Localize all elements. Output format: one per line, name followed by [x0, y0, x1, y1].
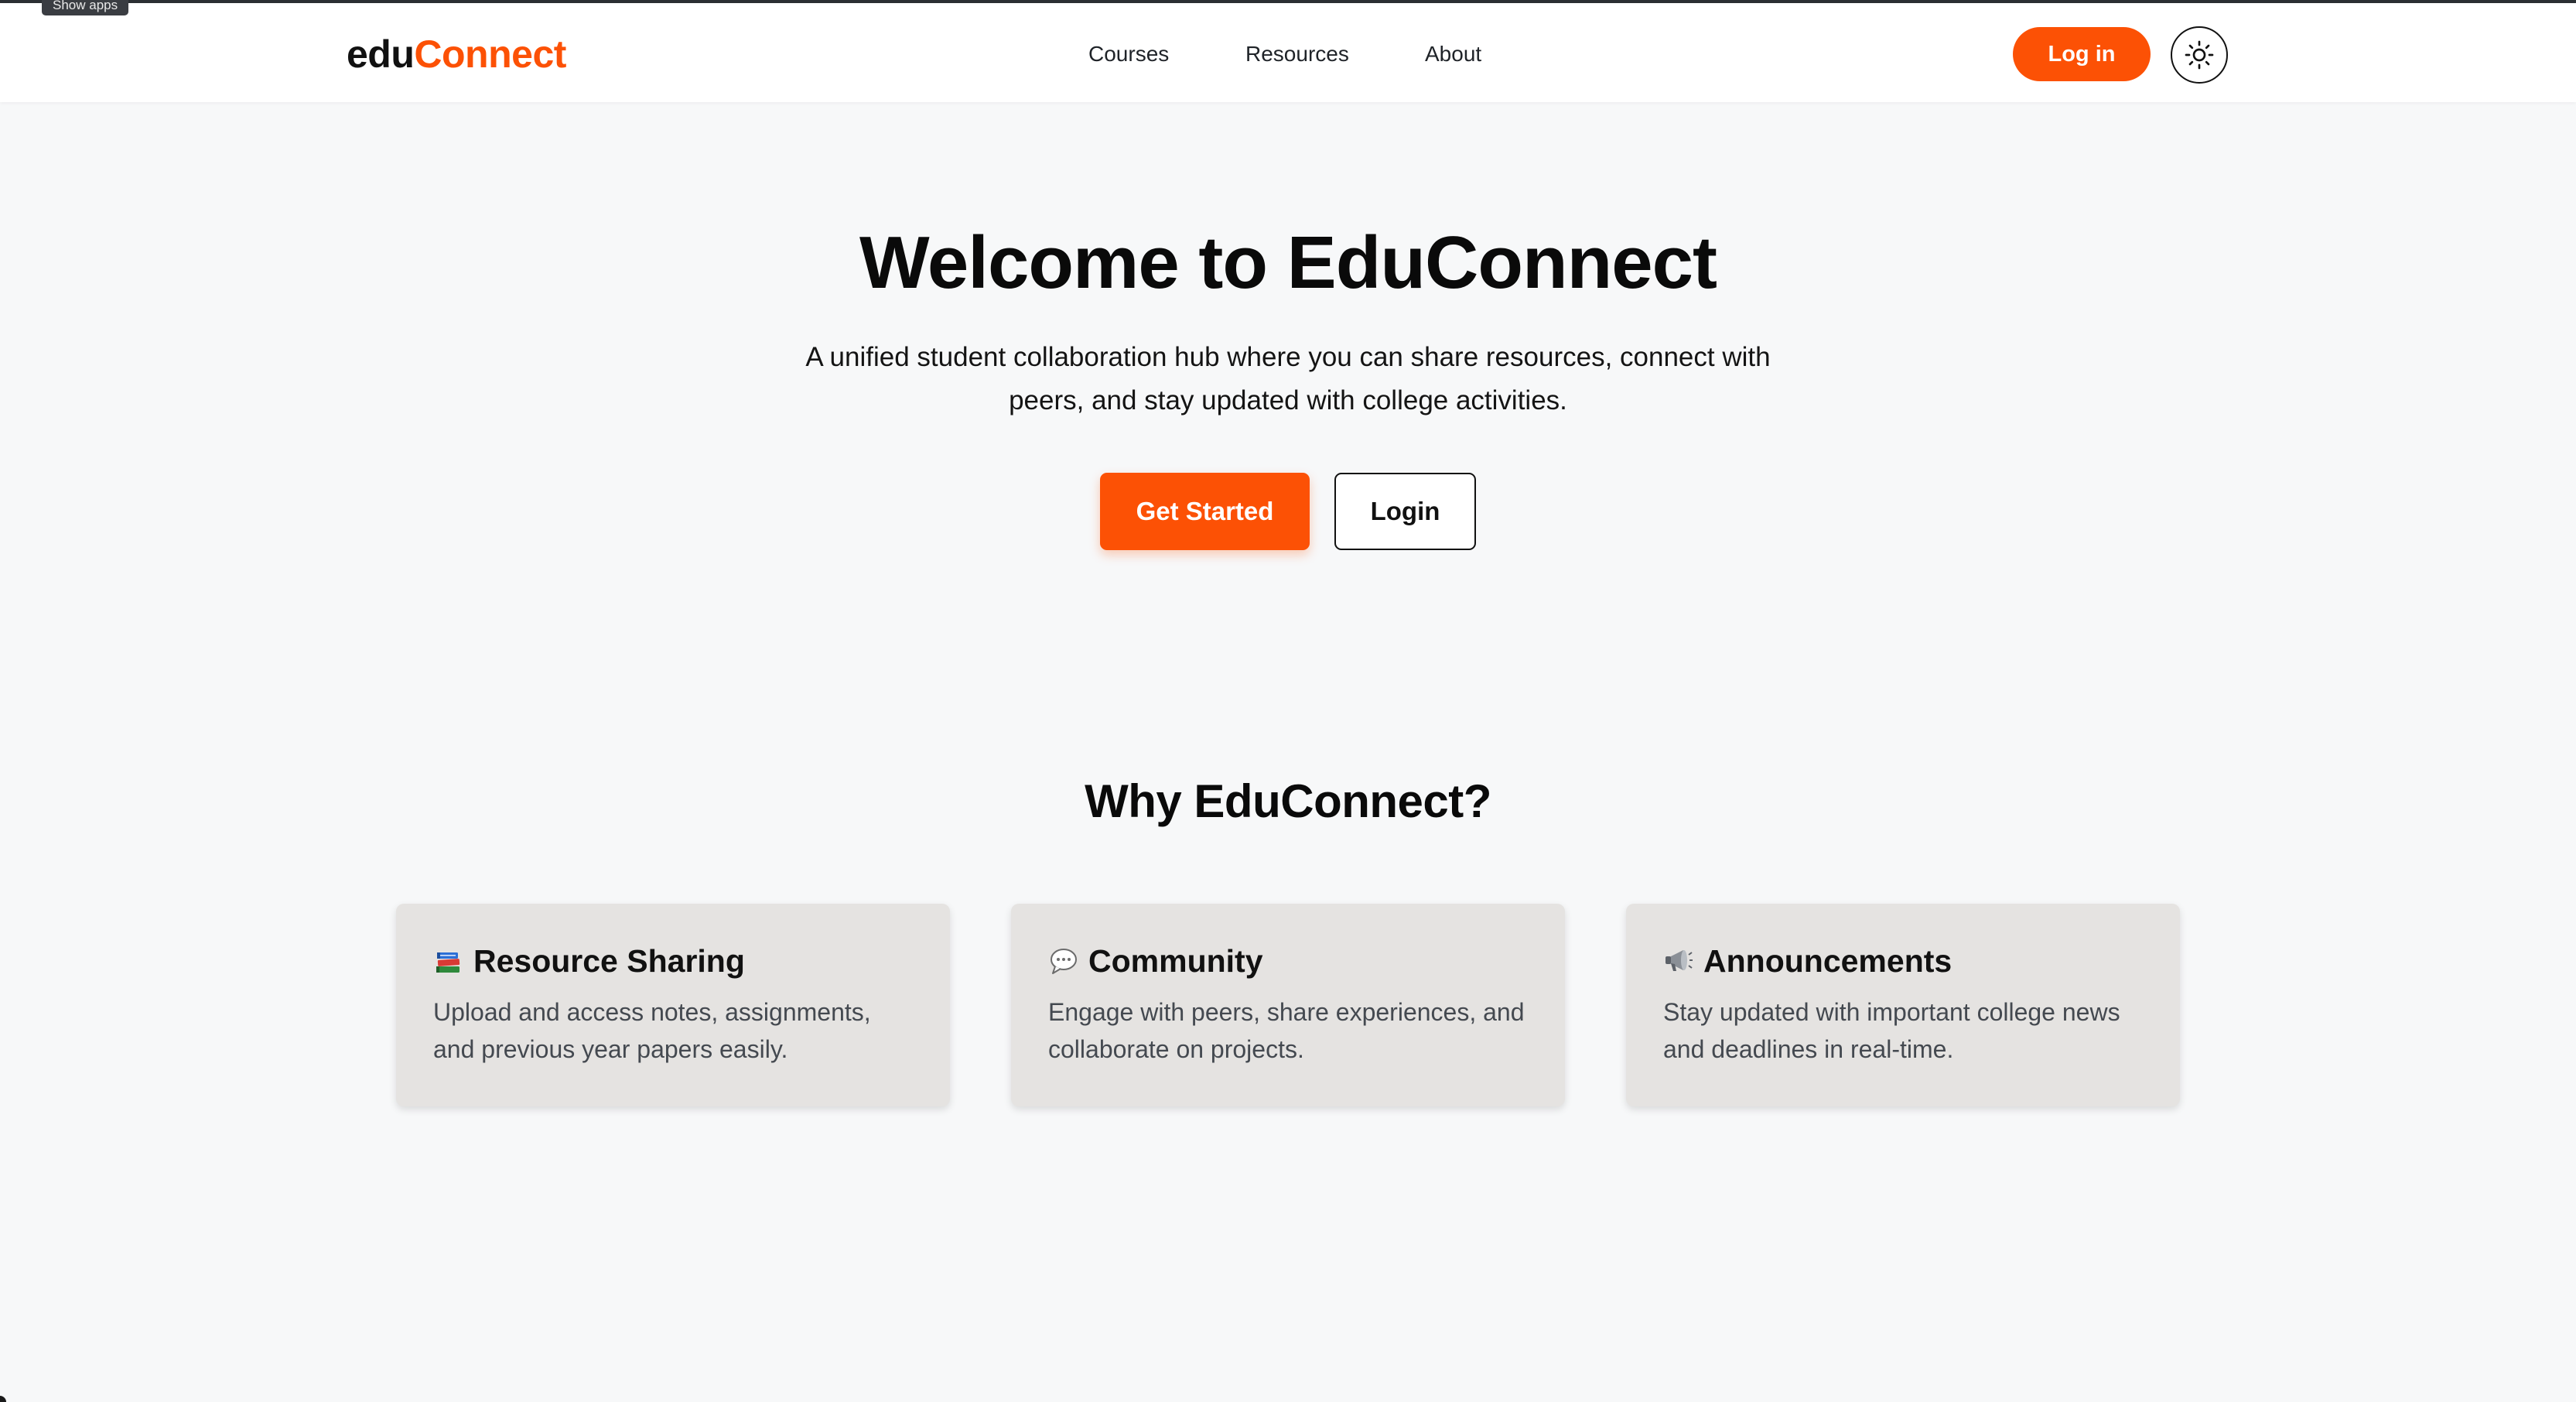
feature-card-announcements: Announcements Stay updated with importan… — [1626, 904, 2180, 1106]
books-icon — [433, 945, 464, 976]
feature-card-resource-sharing: Resource Sharing Upload and access notes… — [396, 904, 950, 1106]
site-logo[interactable]: eduConnect — [347, 31, 566, 77]
header-login-button[interactable]: Log in — [2013, 27, 2151, 81]
megaphone-icon — [1663, 945, 1694, 976]
hero-title: Welcome to EduConnect — [859, 221, 1717, 304]
card-title: Community — [1088, 943, 1263, 979]
nav-link-resources[interactable]: Resources — [1245, 39, 1349, 70]
nav-link-courses[interactable]: Courses — [1088, 39, 1169, 70]
window-corner — [0, 1396, 6, 1402]
speech-bubble-icon — [1048, 945, 1079, 976]
feature-card-community: Community Engage with peers, share exper… — [1011, 904, 1565, 1106]
top-navbar: eduConnect Courses Resources About Log i… — [0, 3, 2576, 102]
nav-link-about[interactable]: About — [1425, 39, 1481, 70]
card-title: Resource Sharing — [473, 943, 745, 979]
card-description: Engage with peers, share experiences, an… — [1048, 998, 1525, 1063]
card-description: Upload and access notes, assignments, an… — [433, 998, 871, 1063]
logo-text-connect: Connect — [414, 32, 566, 76]
logo-text-edu: edu — [347, 32, 415, 76]
show-apps-tooltip: Show apps — [42, 0, 129, 15]
card-description: Stay updated with important college news… — [1663, 998, 2120, 1063]
sun-icon — [2185, 40, 2214, 70]
get-started-button[interactable]: Get Started — [1100, 473, 1310, 550]
hero-login-button[interactable]: Login — [1334, 473, 1476, 550]
hero-subtitle: A unified student collaboration hub wher… — [805, 342, 1771, 415]
features-heading: Why EduConnect? — [1085, 775, 1491, 827]
theme-toggle-button[interactable] — [2171, 26, 2228, 84]
card-title: Announcements — [1703, 943, 1952, 979]
